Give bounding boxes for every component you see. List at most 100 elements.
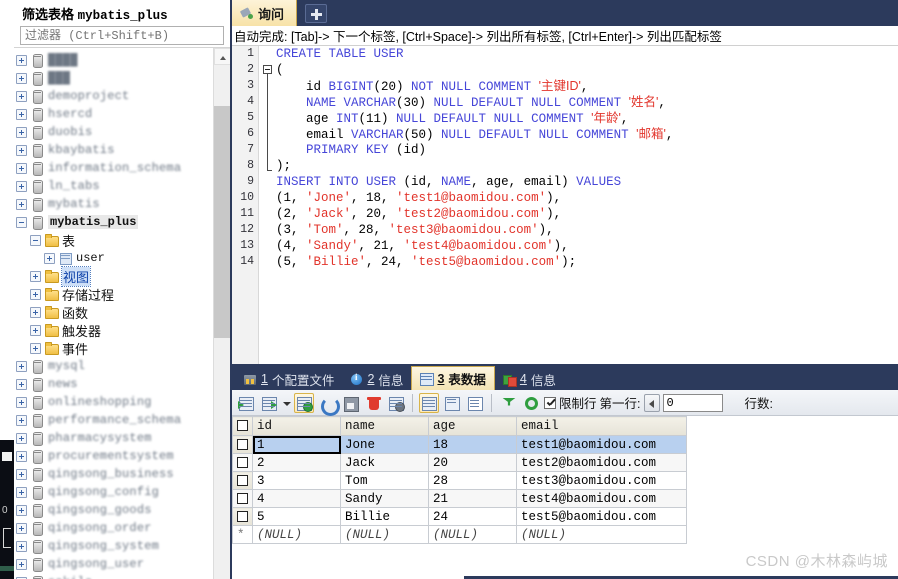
expand-icon[interactable]: [16, 108, 27, 120]
cell-email[interactable]: test4@baomidou.com: [516, 489, 687, 508]
row-select-cell[interactable]: [232, 489, 253, 508]
tree-db-b8[interactable]: qingsong_goods: [14, 501, 212, 519]
tree-db-b7[interactable]: qingsong_config: [14, 483, 212, 501]
chevron-down-icon[interactable]: [282, 393, 291, 413]
tree-folder-tables[interactable]: 表: [14, 231, 212, 249]
new-row-cell-id[interactable]: (NULL): [252, 525, 341, 544]
tree-db-8[interactable]: mybatis: [14, 195, 212, 213]
code-line[interactable]: age INT(11) NULL DEFAULT NULL COMMENT '年…: [276, 110, 898, 126]
sql-editor[interactable]: 1 2 3 4 5 6 7 8 9 10 11 12 13 14 CREATE TABLE USER( i…: [232, 46, 898, 364]
expand-icon[interactable]: [16, 468, 27, 480]
new-row-cell-age[interactable]: (NULL): [428, 525, 517, 544]
cell-age[interactable]: 28: [428, 471, 517, 490]
code-line[interactable]: (: [276, 62, 898, 78]
result-tab-2[interactable]: 2 信息: [342, 368, 411, 390]
tree-vertical-scrollbar[interactable]: [213, 48, 230, 579]
expand-icon[interactable]: [16, 54, 27, 66]
expand-icon[interactable]: [16, 540, 27, 552]
row-checkbox[interactable]: [237, 456, 248, 468]
expand-icon[interactable]: [16, 396, 27, 408]
table-row[interactable]: 1 Jone 18 test1@baomidou.com: [232, 435, 687, 454]
code-line[interactable]: email VARCHAR(50) NULL DEFAULT NULL COMM…: [276, 126, 898, 142]
code-line[interactable]: (4, 'Sandy', 21, 'test4@baomidou.com'),: [276, 238, 898, 254]
expand-icon[interactable]: [16, 72, 27, 84]
cell-email[interactable]: test3@baomidou.com: [516, 471, 687, 490]
scrollbar-thumb[interactable]: [214, 106, 230, 338]
table-row[interactable]: 4 Sandy 21 test4@baomidou.com: [232, 489, 687, 508]
result-tab-4[interactable]: 4 信息: [495, 368, 564, 390]
column-header-email[interactable]: email: [516, 416, 687, 436]
tree-db-0[interactable]: ████: [14, 51, 212, 69]
expand-icon[interactable]: [16, 522, 27, 534]
expand-icon[interactable]: [30, 324, 41, 336]
expand-icon[interactable]: [30, 342, 41, 354]
code-line[interactable]: (2, 'Jack', 20, 'test2@baomidou.com'),: [276, 206, 898, 222]
cell-email[interactable]: test1@baomidou.com: [516, 435, 687, 454]
select-all-header[interactable]: [232, 416, 253, 436]
scroll-up-icon[interactable]: [214, 48, 230, 65]
tree-db-b11[interactable]: qingsong_user: [14, 555, 212, 573]
expand-icon[interactable]: [16, 378, 27, 390]
tree-db-5[interactable]: kbaybatis: [14, 141, 212, 159]
row-checkbox[interactable]: [237, 438, 248, 450]
code-line[interactable]: CREATE TABLE USER: [276, 46, 898, 62]
collapse-icon[interactable]: [16, 216, 27, 228]
cell-age[interactable]: 24: [428, 507, 517, 526]
cell-name[interactable]: Tom: [340, 471, 429, 490]
tree-folder-triggers[interactable]: 触发器: [14, 321, 212, 339]
row-select-cell[interactable]: [232, 453, 253, 472]
expand-icon[interactable]: [30, 306, 41, 318]
tree-db-b0[interactable]: mysql: [14, 357, 212, 375]
new-row[interactable]: * (NULL) (NULL) (NULL) (NULL): [232, 525, 687, 544]
expand-icon[interactable]: [16, 558, 27, 570]
tree-db-7[interactable]: ln_tabs: [14, 177, 212, 195]
tree-folder-functions[interactable]: 函数: [14, 303, 212, 321]
first-row-prev-button[interactable]: [643, 393, 660, 412]
first-row-input[interactable]: [662, 393, 723, 412]
cell-id[interactable]: 3: [252, 471, 341, 490]
expand-icon[interactable]: [16, 450, 27, 462]
tree-table-user[interactable]: user: [14, 249, 212, 267]
code-fold-column[interactable]: [260, 46, 276, 364]
tree-db-1[interactable]: ███: [14, 69, 212, 87]
row-select-cell[interactable]: [232, 507, 253, 526]
expand-icon[interactable]: [16, 90, 27, 102]
column-header-name[interactable]: name: [340, 416, 429, 436]
cell-id[interactable]: 5: [252, 507, 341, 526]
form-view-button[interactable]: [442, 393, 462, 413]
table-row[interactable]: 2 Jack 20 test2@baomidou.com: [232, 453, 687, 472]
new-row-cell-email[interactable]: (NULL): [516, 525, 687, 544]
code-line[interactable]: (5, 'Billie', 24, 'test5@baomidou.com');: [276, 254, 898, 270]
cell-email[interactable]: test5@baomidou.com: [516, 507, 687, 526]
new-row-cell-name[interactable]: (NULL): [340, 525, 429, 544]
row-select-cell[interactable]: [232, 471, 253, 490]
table-row[interactable]: 5 Billie 24 test5@baomidou.com: [232, 507, 687, 526]
expand-icon[interactable]: [16, 486, 27, 498]
select-all-checkbox[interactable]: [237, 420, 248, 432]
limit-rows-checkbox[interactable]: [544, 396, 556, 409]
result-tab-3[interactable]: 3 表数据: [411, 366, 495, 390]
expand-icon[interactable]: [30, 288, 41, 300]
expand-icon[interactable]: [16, 198, 27, 210]
code-line[interactable]: id BIGINT(20) NOT NULL COMMENT '主键ID',: [276, 78, 898, 94]
sql-code[interactable]: CREATE TABLE USER ( id BIGINT(20) NOT NUL…: [276, 46, 898, 364]
cell-name[interactable]: Jack: [340, 453, 429, 472]
cell-id[interactable]: 2: [252, 453, 341, 472]
save-changes-button[interactable]: [340, 393, 360, 413]
tree-db-b3[interactable]: performance_schema: [14, 411, 212, 429]
reload-data-icon[interactable]: [521, 393, 541, 413]
row-checkbox[interactable]: [237, 510, 248, 522]
expand-icon[interactable]: [16, 126, 27, 138]
tree-db-mybatis-plus[interactable]: mybatis_plus: [14, 213, 212, 231]
import-wizard-button[interactable]: [236, 393, 256, 413]
code-line[interactable]: (3, 'Tom', 28, 'test3@baomidou.com'),: [276, 222, 898, 238]
grid-view-button[interactable]: [419, 392, 439, 413]
tree-db-b6[interactable]: qingsong_business: [14, 465, 212, 483]
tree-folder-events[interactable]: 事件: [14, 339, 212, 357]
column-header-age[interactable]: age: [428, 416, 517, 436]
expand-icon[interactable]: [44, 252, 55, 264]
cell-id[interactable]: 1: [252, 435, 341, 454]
table-row[interactable]: 3 Tom 28 test3@baomidou.com: [232, 471, 687, 490]
discard-changes-button[interactable]: [386, 393, 406, 413]
tree-db-4[interactable]: duobis: [14, 123, 212, 141]
